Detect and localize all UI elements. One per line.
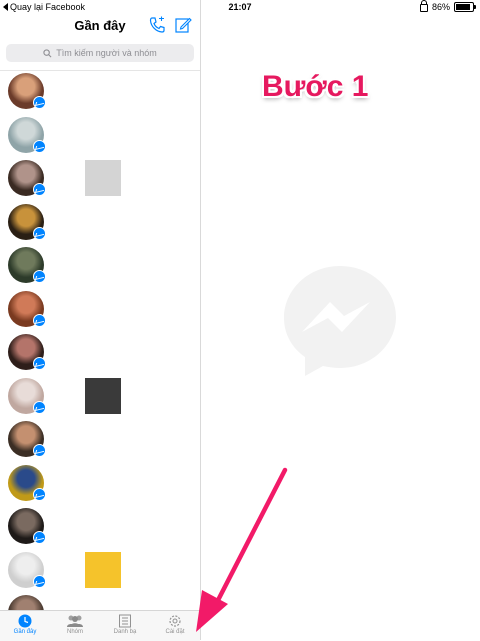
search-input[interactable]: Tìm kiếm người và nhóm: [6, 44, 194, 62]
conversation-row[interactable]: [0, 201, 200, 245]
tab-contacts-label: Danh bạ: [113, 629, 137, 635]
messenger-badge-icon: [33, 487, 46, 501]
conversation-row[interactable]: [0, 549, 200, 593]
messenger-badge-icon: [33, 444, 46, 457]
pointer-arrow-icon: [196, 467, 288, 632]
compose-icon[interactable]: [174, 16, 192, 34]
tab-groups-label: Nhóm: [66, 629, 83, 635]
conversation-row[interactable]: [0, 462, 200, 506]
partial-conversation-text: [52, 600, 192, 610]
conversation-row[interactable]: [0, 375, 200, 419]
page-title: Gần đây: [74, 18, 126, 33]
call-icon[interactable]: [148, 16, 166, 34]
messenger-badge-icon: [33, 400, 46, 414]
rotation-lock-icon: [419, 0, 428, 12]
messenger-badge-icon: [33, 357, 46, 370]
step-annotation: Bước 1: [262, 70, 369, 103]
conversation-panel: Gần đây Tìm kiếm người và nhóm Gần đây N…: [0, 0, 201, 641]
conversation-row[interactable]: [0, 418, 200, 462]
conversation-row[interactable]: [0, 114, 200, 158]
redaction-block: [85, 377, 121, 414]
conversation-row[interactable]: [0, 244, 200, 288]
tab-recent[interactable]: Gần đây: [0, 611, 50, 641]
messenger-badge-icon: [33, 139, 46, 153]
avatar: [8, 595, 44, 610]
messenger-badge-icon: [33, 531, 46, 544]
conversation-row[interactable]: [0, 157, 200, 201]
messenger-badge-icon: [33, 313, 46, 327]
conversation-row[interactable]: [0, 70, 200, 114]
messenger-badge-icon: [33, 96, 46, 109]
tab-recent-label: Gần đây: [13, 629, 37, 635]
clock-icon: [18, 614, 32, 628]
tab-bar: Gần đây Nhóm Danh bạ Cài đặt: [0, 610, 200, 641]
tab-groups[interactable]: Nhóm: [50, 611, 100, 641]
conversation-row[interactable]: [0, 288, 200, 332]
conversation-row[interactable]: [0, 331, 200, 375]
battery-percent: 86%: [431, 1, 450, 12]
conversation-list: [0, 70, 200, 610]
battery-icon: [454, 1, 476, 12]
contacts-icon: [119, 614, 131, 628]
status-indicators: 86%: [419, 0, 476, 12]
tab-contacts[interactable]: Danh bạ: [100, 611, 150, 641]
conversation-row[interactable]: [0, 505, 200, 549]
messenger-badge-icon: [33, 183, 46, 196]
messenger-badge-icon: [33, 270, 46, 283]
search-placeholder: Tìm kiếm người và nhóm: [56, 48, 157, 58]
redaction-block: [85, 551, 121, 588]
messenger-logo-icon: [284, 266, 396, 376]
battery-fill: [456, 3, 470, 10]
messenger-badge-icon: [33, 226, 46, 240]
messenger-badge-icon: [33, 574, 46, 588]
search-icon: [43, 48, 52, 57]
redaction-block: [85, 160, 121, 196]
group-icon: [67, 615, 83, 627]
